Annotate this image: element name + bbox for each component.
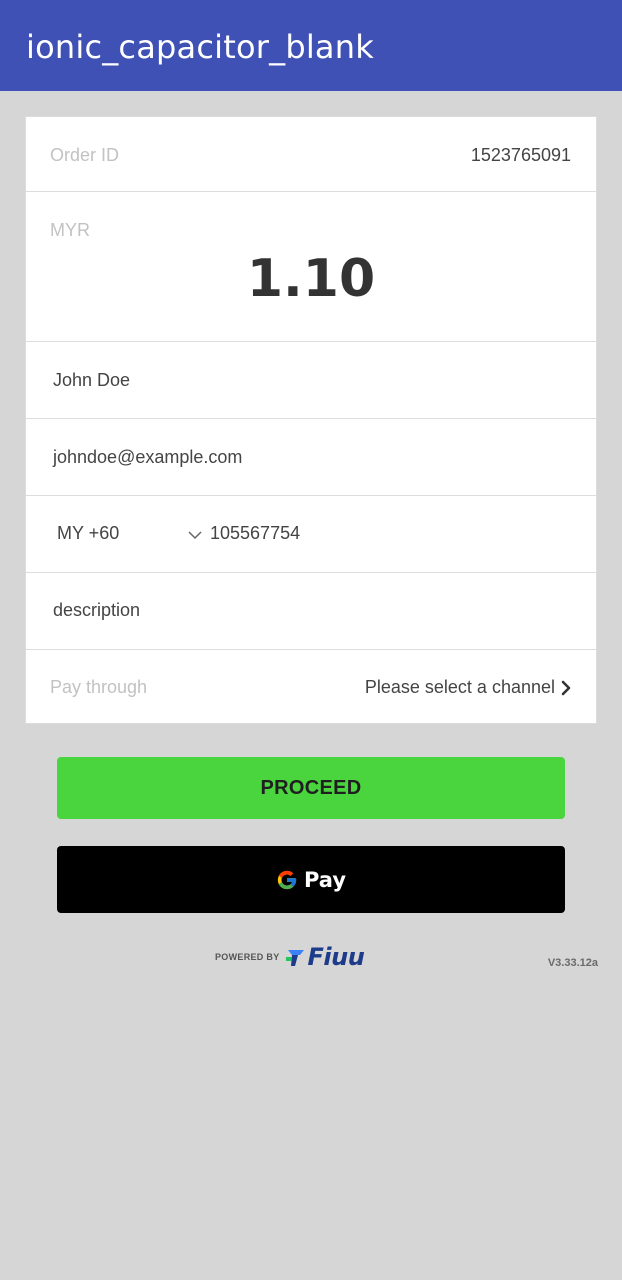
- phone-input-value[interactable]: 105567754: [210, 523, 300, 544]
- order-id-row: Order ID 1523765091: [26, 117, 596, 192]
- fiuu-logo: Fiuu: [285, 943, 365, 971]
- fiuu-logo-icon: [285, 950, 304, 966]
- google-g-icon: [277, 870, 297, 889]
- proceed-button-label: PROCEED: [260, 776, 362, 799]
- fiuu-brand: Fiuu: [307, 943, 365, 971]
- chevron-right-icon[interactable]: [561, 680, 571, 696]
- description-field[interactable]: description: [26, 573, 596, 650]
- channel-row[interactable]: Pay through Please select a channel: [26, 650, 596, 723]
- email-input-value[interactable]: johndoe@example.com: [53, 447, 242, 468]
- order-id-value: 1523765091: [470, 145, 571, 165]
- version-label: V3.33.12a: [547, 957, 598, 969]
- pay-through-label: Pay through: [50, 677, 148, 697]
- chevron-down-icon[interactable]: [188, 530, 202, 540]
- description-input-placeholder[interactable]: description: [53, 600, 140, 621]
- proceed-button[interactable]: PROCEED: [57, 757, 565, 819]
- powered-by: POWERED BY Fiuu: [215, 943, 365, 971]
- currency-label: MYR: [50, 220, 90, 240]
- app-bar: ionic_capacitor_blank: [0, 0, 622, 91]
- channel-value[interactable]: Please select a channel: [365, 677, 555, 698]
- powered-by-label: POWERED BY: [215, 952, 280, 962]
- order-id-label: Order ID: [50, 145, 120, 165]
- phone-row: MY +60 105567754: [26, 496, 596, 573]
- google-pay-button[interactable]: Pay: [57, 846, 565, 913]
- amount-value: 1.10: [246, 249, 376, 309]
- channel-selector[interactable]: Please select a channel: [365, 677, 571, 698]
- name-input-value[interactable]: John Doe: [53, 370, 130, 391]
- name-field[interactable]: John Doe: [26, 342, 596, 419]
- email-field[interactable]: johndoe@example.com: [26, 419, 596, 496]
- amount-row: MYR 1.10: [26, 192, 596, 342]
- google-pay-label: Pay: [303, 867, 347, 892]
- app-title: ionic_capacitor_blank: [26, 28, 374, 66]
- country-code-select[interactable]: MY +60: [57, 523, 119, 544]
- payment-card: Order ID 1523765091 MYR 1.10 John Doe jo…: [25, 116, 597, 724]
